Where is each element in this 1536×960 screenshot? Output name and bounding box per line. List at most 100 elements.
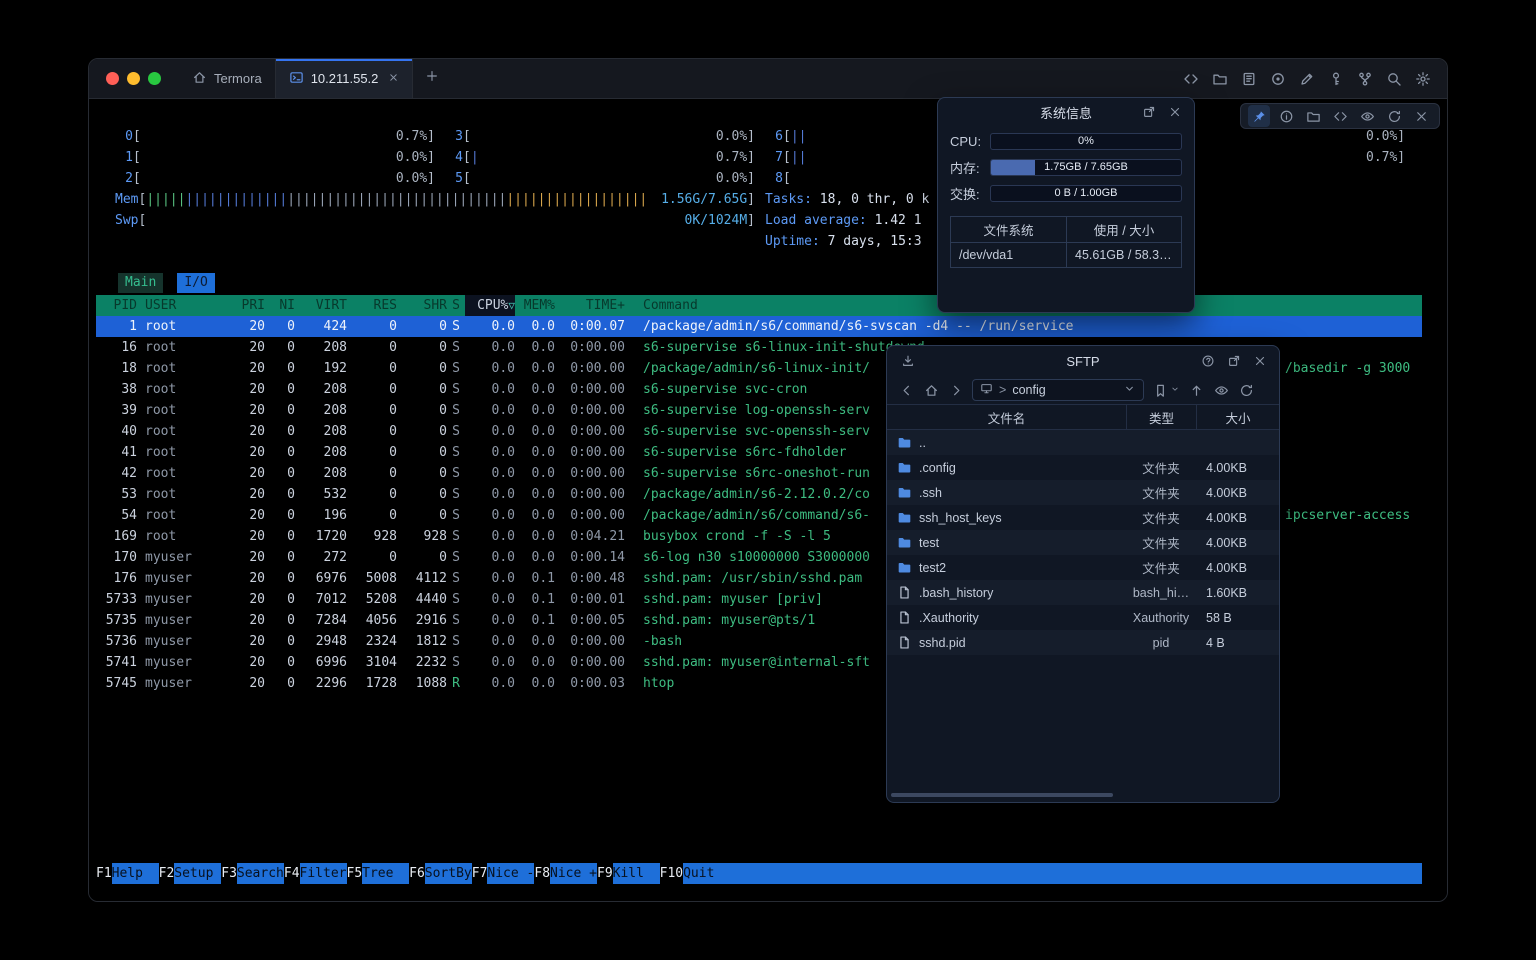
refresh-button[interactable] <box>1237 381 1255 399</box>
fkey-label[interactable]: Nice - <box>487 863 534 884</box>
bookmark-dropdown[interactable] <box>1170 381 1180 399</box>
cell-res: 0 <box>347 442 397 463</box>
cell-mem: 0.0 <box>515 673 555 694</box>
info-button[interactable] <box>1275 105 1297 127</box>
new-tab-button[interactable] <box>413 59 451 98</box>
cell-virt: 208 <box>295 421 347 442</box>
minimize-window-button[interactable] <box>127 72 140 85</box>
close-window-button[interactable] <box>106 72 119 85</box>
download-button[interactable] <box>899 352 917 370</box>
file-row[interactable]: .. <box>887 430 1279 455</box>
fkey-f2[interactable]: F2 <box>159 863 175 884</box>
path-breadcrumb[interactable]: > config <box>972 379 1144 401</box>
column-header-pri[interactable]: PRI <box>221 295 265 316</box>
bookmark-button[interactable] <box>1151 381 1169 399</box>
file-row[interactable]: test文件夹4.00KB <box>887 530 1279 555</box>
file-row[interactable]: .ssh文件夹4.00KB <box>887 480 1279 505</box>
filesystem-row[interactable]: /dev/vda145.61GB / 58.3… <box>951 242 1181 267</box>
chevron-down-icon[interactable] <box>1123 382 1136 398</box>
tab-session[interactable]: 10.211.55.2 <box>275 59 414 98</box>
cell-time: 0:00.00 <box>555 463 625 484</box>
process-row[interactable]: 1root20042400S0.00.00:00.07/package/admi… <box>96 316 1422 337</box>
fkey-f3[interactable]: F3 <box>221 863 237 884</box>
column-header-ni[interactable]: NI <box>265 295 295 316</box>
eye-button[interactable] <box>1356 105 1378 127</box>
titlebar-actions <box>1178 59 1447 98</box>
fkey-f1[interactable]: F1 <box>96 863 112 884</box>
home-button[interactable] <box>922 381 940 399</box>
file-row[interactable]: sshd.pidpid4 B <box>887 630 1279 655</box>
fkey-label[interactable]: Tree <box>362 863 409 884</box>
file-size: 58 B <box>1196 611 1279 625</box>
notebook-button[interactable] <box>1236 66 1261 91</box>
file-row[interactable]: .config文件夹4.00KB <box>887 455 1279 480</box>
screen-tab-main[interactable]: Main <box>118 273 163 293</box>
fkey-label[interactable]: Search <box>237 863 284 884</box>
file-row[interactable]: .XauthorityXauthority58 B <box>887 605 1279 630</box>
column-header-s[interactable]: S <box>447 295 465 316</box>
search-button[interactable] <box>1381 66 1406 91</box>
fkey-f7[interactable]: F7 <box>472 863 488 884</box>
refresh-button[interactable] <box>1383 105 1405 127</box>
horizontal-scrollbar[interactable] <box>891 793 1131 797</box>
key-button[interactable] <box>1323 66 1348 91</box>
close-button[interactable] <box>1410 105 1432 127</box>
column-header-cpu[interactable]: CPU%▽ <box>465 295 515 316</box>
code-button[interactable] <box>1178 66 1203 91</box>
column-header-res[interactable]: RES <box>347 295 397 316</box>
fkey-f8[interactable]: F8 <box>534 863 550 884</box>
fkey-label[interactable]: SortBy <box>425 863 472 884</box>
cell-shr: 1088 <box>397 673 447 694</box>
record-button[interactable] <box>1265 66 1290 91</box>
scrollbar-thumb[interactable] <box>891 793 1113 797</box>
fkey-label[interactable]: Setup <box>174 863 221 884</box>
file-row[interactable]: .bash_historybash_hi…1.60KB <box>887 580 1279 605</box>
fkey-f4[interactable]: F4 <box>284 863 300 884</box>
close-tab-icon[interactable] <box>388 71 399 86</box>
fkey-label[interactable]: Nice + <box>550 863 597 884</box>
file-row[interactable]: ssh_host_keys文件夹4.00KB <box>887 505 1279 530</box>
file-column-header[interactable]: 大小 <box>1196 405 1279 429</box>
external-button[interactable] <box>1225 352 1243 370</box>
help-button[interactable] <box>1199 352 1217 370</box>
eye-button[interactable] <box>1212 381 1230 399</box>
cell-res: 0 <box>347 337 397 358</box>
file-column-header[interactable]: 类型 <box>1126 405 1196 429</box>
fkey-f5[interactable]: F5 <box>347 863 363 884</box>
fkey-f9[interactable]: F9 <box>597 863 613 884</box>
close-button[interactable] <box>1251 352 1269 370</box>
folder-button[interactable] <box>1302 105 1324 127</box>
fkey-label[interactable]: Help <box>112 863 159 884</box>
column-header-shr[interactable]: SHR <box>397 295 447 316</box>
pin-button[interactable] <box>1248 105 1270 127</box>
file-row[interactable]: test2文件夹4.00KB <box>887 555 1279 580</box>
arrow-left-icon <box>899 383 914 398</box>
fkey-f10[interactable]: F10 <box>660 863 683 884</box>
settings-button[interactable] <box>1410 66 1435 91</box>
fkey-label[interactable]: Filter <box>300 863 347 884</box>
fkey-label[interactable]: Quit <box>683 863 730 884</box>
fkey-label[interactable]: Kill <box>613 863 660 884</box>
cell-virt: 192 <box>295 358 347 379</box>
file-column-header[interactable]: 文件名 <box>887 405 1126 429</box>
zoom-window-button[interactable] <box>148 72 161 85</box>
code-button[interactable] <box>1329 105 1351 127</box>
column-header-virt[interactable]: VIRT <box>295 295 347 316</box>
column-header-user[interactable]: USER <box>145 295 221 316</box>
column-header-time[interactable]: TIME+ <box>555 295 625 316</box>
cell-virt: 208 <box>295 463 347 484</box>
external-button[interactable] <box>1140 103 1158 121</box>
column-header-mem[interactable]: MEM% <box>515 295 555 316</box>
branch-button[interactable] <box>1352 66 1377 91</box>
arrow-left-button[interactable] <box>897 381 915 399</box>
folder-button[interactable] <box>1207 66 1232 91</box>
close-button[interactable] <box>1166 103 1184 121</box>
file-table-header: 文件名类型大小 <box>887 404 1279 430</box>
edit-button[interactable] <box>1294 66 1319 91</box>
fkey-f6[interactable]: F6 <box>409 863 425 884</box>
arrow-right-button[interactable] <box>947 381 965 399</box>
tab-termora[interactable]: Termora <box>179 59 275 98</box>
column-header-pid[interactable]: PID <box>96 295 137 316</box>
screen-tab-io[interactable]: I/O <box>177 273 214 293</box>
arrow-up-button[interactable] <box>1187 381 1205 399</box>
